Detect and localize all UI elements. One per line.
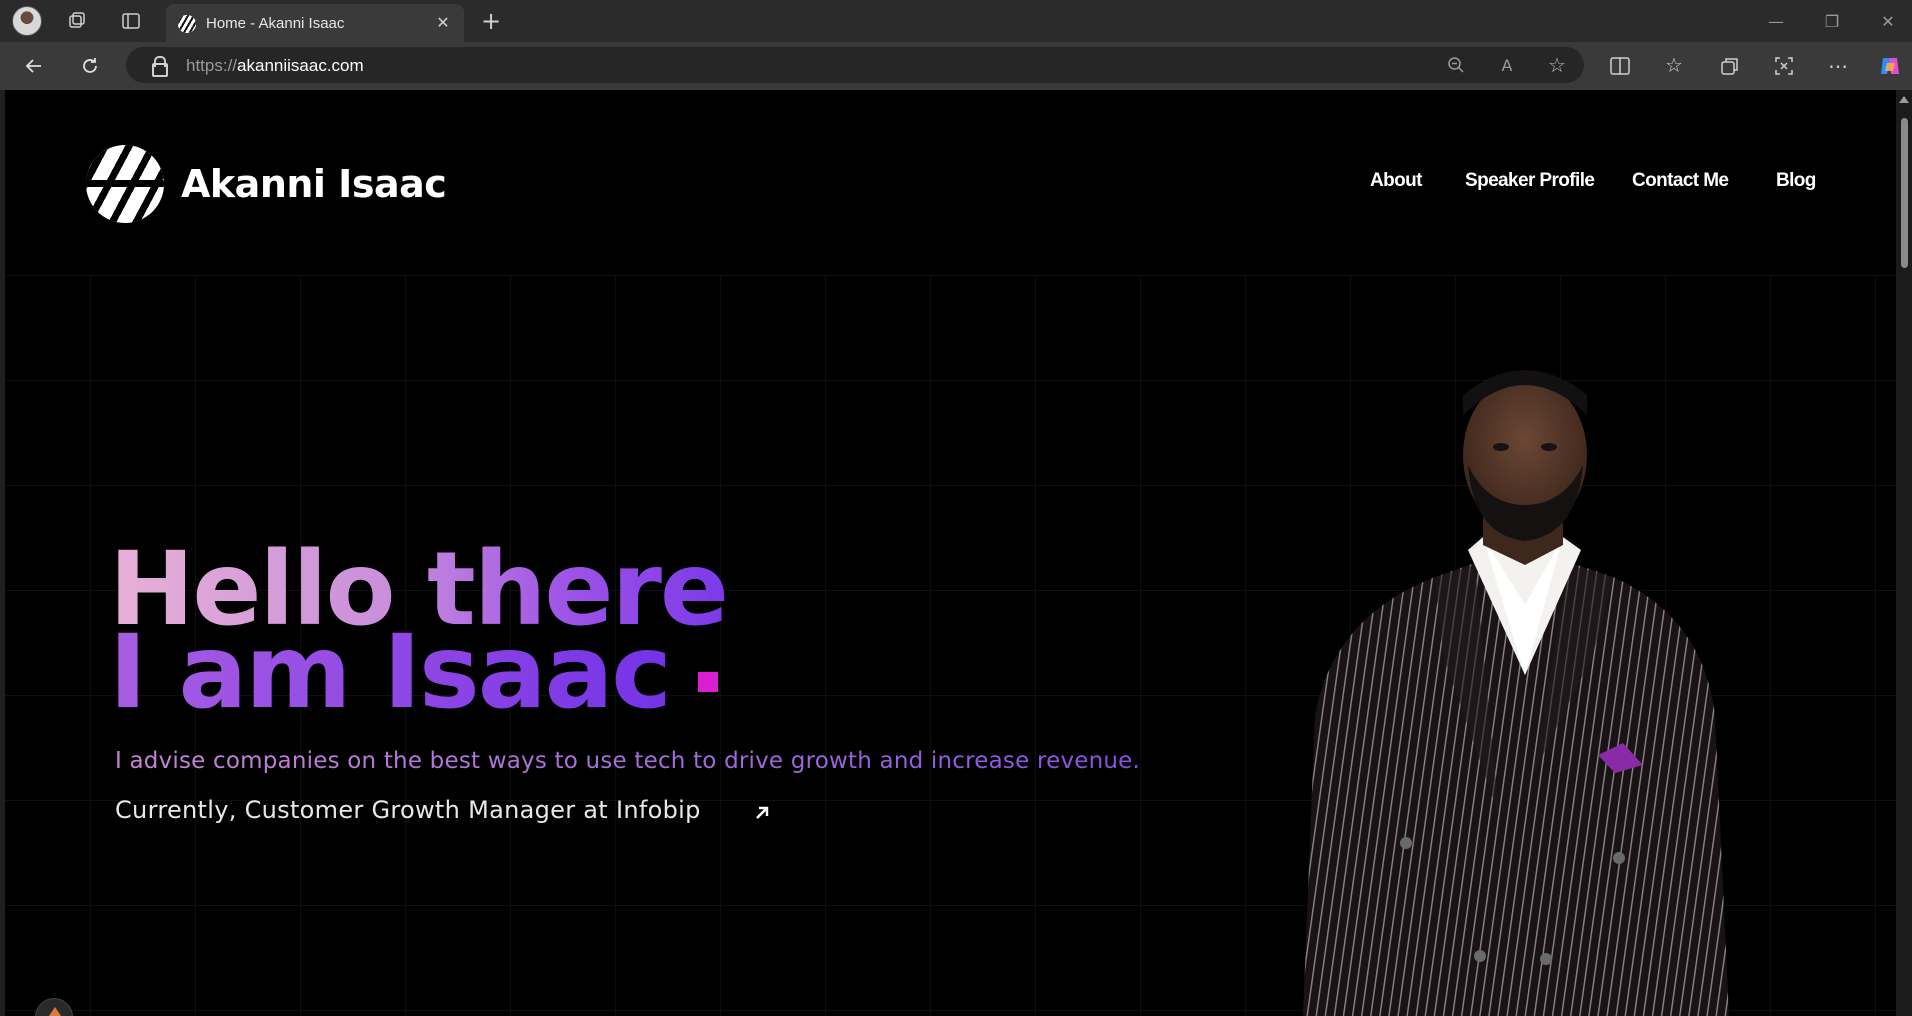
split-screen-icon[interactable]: [1606, 53, 1634, 79]
lock-icon[interactable]: [148, 55, 168, 77]
tab-close-icon[interactable]: ✕: [432, 12, 454, 34]
url-text[interactable]: https://akanniisaac.com: [186, 56, 364, 76]
zoom-out-icon[interactable]: [1444, 53, 1468, 77]
star-icon[interactable]: ☆: [1544, 52, 1570, 78]
read-aloud-icon[interactable]: A: [1494, 53, 1520, 77]
workspaces-icon[interactable]: [64, 9, 90, 33]
site-logo-icon[interactable]: [86, 145, 164, 223]
scroll-up-icon[interactable]: [1899, 96, 1909, 103]
restore-icon[interactable]: ❐: [1804, 6, 1860, 36]
brand-name[interactable]: Akanni Isaac: [181, 162, 447, 206]
window-close-icon[interactable]: ✕: [1860, 6, 1912, 36]
external-arrow-icon[interactable]: [750, 800, 774, 824]
portrait-image: [1303, 370, 1729, 1016]
page-viewport: Akanni Isaac About Speaker Profile Conta…: [5, 90, 1896, 1016]
hero-subtitle: I advise companies on the best ways to u…: [115, 748, 1141, 774]
refresh-icon[interactable]: [76, 52, 104, 80]
back-arrow-icon[interactable]: [20, 52, 48, 80]
tab-actions-icon[interactable]: [118, 9, 144, 33]
favorites-icon[interactable]: ☆: [1660, 51, 1688, 79]
more-icon[interactable]: ⋯: [1824, 52, 1852, 80]
screenshot-icon[interactable]: [1770, 53, 1798, 79]
nav-about[interactable]: About: [1370, 170, 1422, 192]
nav-blog[interactable]: Blog: [1776, 170, 1816, 192]
accent-dot: [698, 672, 718, 692]
nav-contact-me[interactable]: Contact Me: [1632, 170, 1729, 192]
copilot-icon[interactable]: [1876, 52, 1904, 80]
current-role-link[interactable]: Currently, Customer Growth Manager at In…: [115, 796, 701, 824]
page-scrollbar[interactable]: [1896, 90, 1912, 1016]
tab-title: Home - Akanni Isaac: [206, 14, 345, 32]
profile-avatar-icon[interactable]: [12, 6, 42, 36]
nav-speaker-profile[interactable]: Speaker Profile: [1465, 170, 1595, 192]
browser-tab-bar: Home - Akanni Isaac ✕ + — ❐ ✕: [0, 0, 1912, 42]
hero-heading-line2: I am Isaac: [109, 613, 672, 732]
scroll-thumb[interactable]: [1901, 118, 1908, 268]
minimize-icon[interactable]: —: [1748, 6, 1804, 36]
site-favicon-icon: [178, 15, 196, 33]
active-tab[interactable]: Home - Akanni Isaac ✕: [166, 4, 464, 42]
collections-icon[interactable]: [1716, 53, 1744, 79]
new-tab-plus-icon[interactable]: +: [478, 7, 504, 35]
address-bar[interactable]: https://akanniisaac.com A ☆: [126, 47, 1584, 83]
browser-toolbar: https://akanniisaac.com A ☆ ☆ ⋯: [0, 42, 1912, 90]
